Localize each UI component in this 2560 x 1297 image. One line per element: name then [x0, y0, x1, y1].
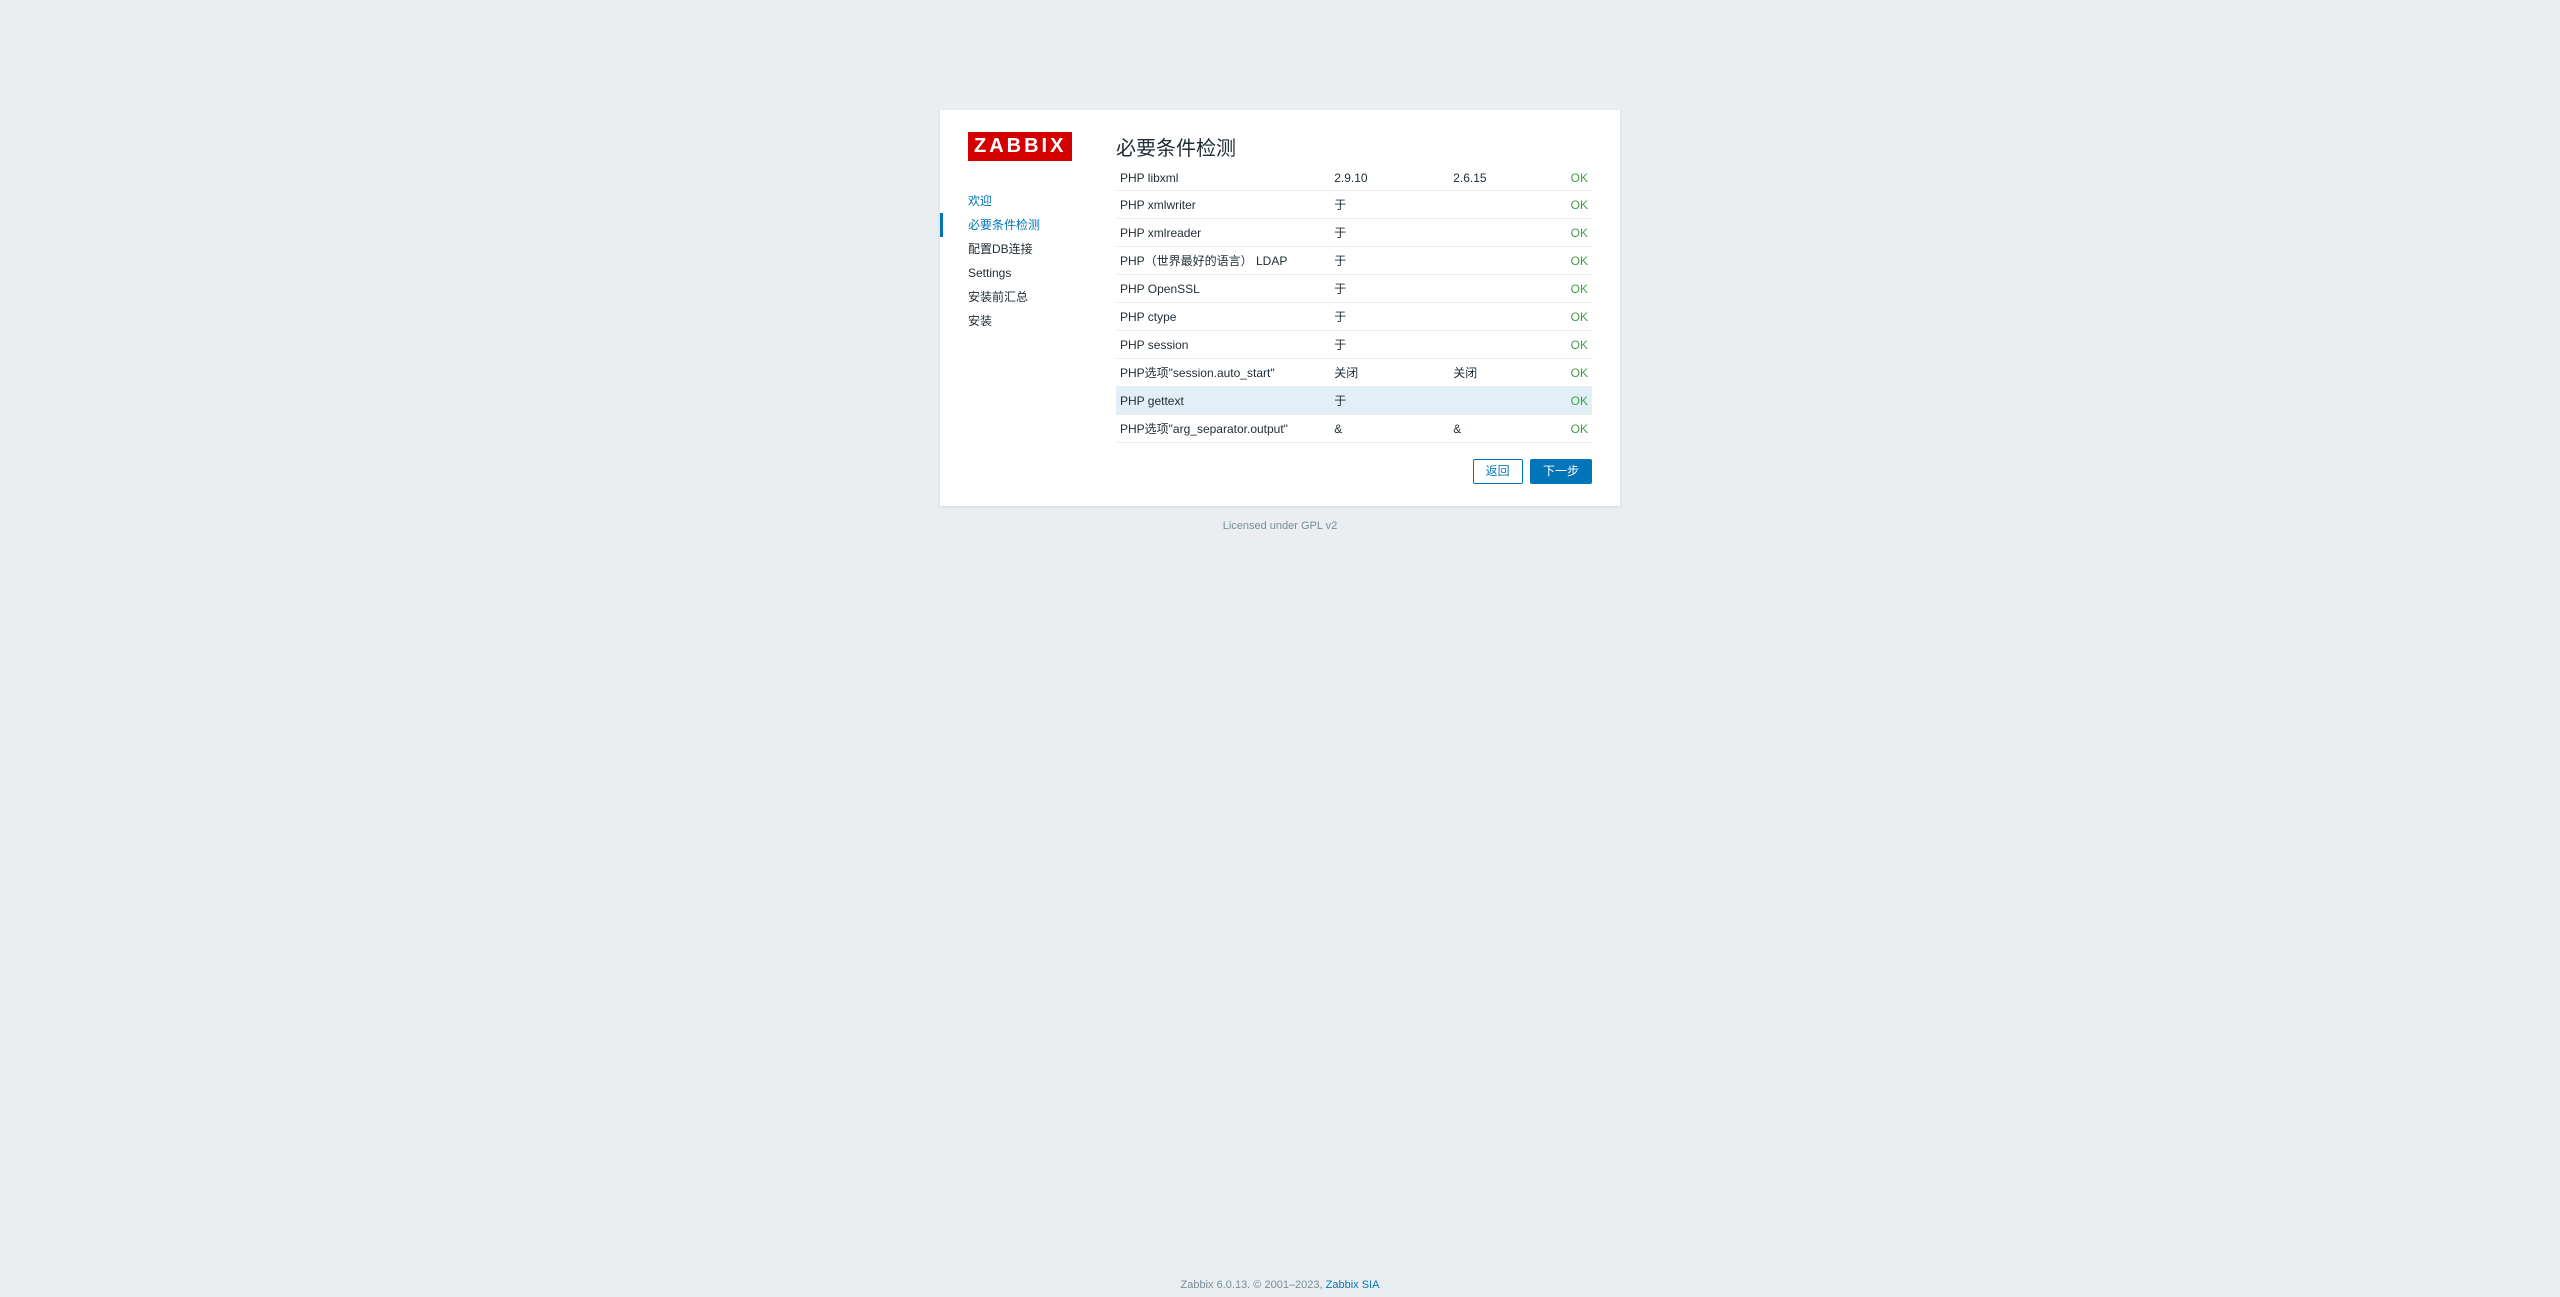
check-required: &: [1449, 415, 1535, 443]
status-badge: OK: [1571, 254, 1588, 268]
prerequisites-tbody: 支持PHP gd FreeType于OKPHP libxml2.9.102.6.…: [1116, 173, 1592, 443]
table-row: PHP选项"arg_separator.output"&&OK: [1116, 415, 1592, 443]
check-current: &: [1330, 415, 1449, 443]
check-name: PHP session: [1116, 331, 1330, 359]
main-content: 必要条件检测 支持PHP gd FreeType于OKPHP libxml2.9…: [1116, 110, 1620, 506]
status-badge: OK: [1571, 422, 1588, 436]
prerequisites-table: 支持PHP gd FreeType于OKPHP libxml2.9.102.6.…: [1116, 173, 1592, 443]
setup-wizard-panel: ZABBIX 欢迎必要条件检测配置DB连接Settings安装前汇总安装 必要条…: [940, 110, 1620, 506]
check-name: PHP xmlwriter: [1116, 191, 1330, 219]
check-status: OK: [1535, 191, 1592, 219]
table-row: PHP OpenSSL于 OK: [1116, 275, 1592, 303]
sidebar: ZABBIX 欢迎必要条件检测配置DB连接Settings安装前汇总安装: [940, 110, 1116, 506]
check-name: PHP gettext: [1116, 387, 1330, 415]
table-row: PHP选项"session.auto_start"关闭关闭OK: [1116, 359, 1592, 387]
check-current: 于: [1330, 387, 1449, 415]
footer-link[interactable]: Zabbix SIA: [1326, 1279, 1380, 1291]
wizard-step-5[interactable]: 安装: [968, 309, 1116, 333]
check-current: 于: [1330, 247, 1449, 275]
check-required: [1449, 247, 1535, 275]
check-name: PHP ctype: [1116, 303, 1330, 331]
check-status: OK: [1535, 415, 1592, 443]
check-name: PHP选项"session.auto_start": [1116, 359, 1330, 387]
back-button[interactable]: 返回: [1473, 459, 1523, 484]
wizard-step-2[interactable]: 配置DB连接: [968, 237, 1116, 261]
check-name: PHP xmlreader: [1116, 219, 1330, 247]
check-name: PHP libxml: [1116, 173, 1330, 191]
check-status: OK: [1535, 219, 1592, 247]
license-text: Licensed under GPL v2: [0, 520, 2560, 532]
next-button[interactable]: 下一步: [1530, 459, 1592, 484]
check-required: [1449, 387, 1535, 415]
check-current: 于: [1330, 303, 1449, 331]
check-required: [1449, 219, 1535, 247]
wizard-step-3[interactable]: Settings: [968, 261, 1116, 285]
check-current: 于: [1330, 191, 1449, 219]
check-status: OK: [1535, 387, 1592, 415]
table-row: PHP xmlreader于 OK: [1116, 219, 1592, 247]
wizard-step-0[interactable]: 欢迎: [968, 189, 1116, 213]
status-badge: OK: [1571, 173, 1588, 185]
table-row: PHP ctype于 OK: [1116, 303, 1592, 331]
check-status: OK: [1535, 173, 1592, 191]
footer: Zabbix 6.0.13. © 2001–2023, Zabbix SIA: [0, 1279, 2560, 1291]
page-title: 必要条件检测: [1116, 132, 1592, 161]
check-name: PHP OpenSSL: [1116, 275, 1330, 303]
checks-table-wrapper: 支持PHP gd FreeType于OKPHP libxml2.9.102.6.…: [1116, 173, 1592, 443]
status-badge: OK: [1571, 226, 1588, 240]
check-required: [1449, 191, 1535, 219]
check-status: OK: [1535, 303, 1592, 331]
table-row: PHP session于 OK: [1116, 331, 1592, 359]
check-status: OK: [1535, 331, 1592, 359]
check-current: 于: [1330, 275, 1449, 303]
check-status: OK: [1535, 247, 1592, 275]
wizard-step-1[interactable]: 必要条件检测: [968, 213, 1116, 237]
table-row: PHP gettext于 OK: [1116, 387, 1592, 415]
checks-scroll-area[interactable]: 支持PHP gd FreeType于OKPHP libxml2.9.102.6.…: [1116, 173, 1592, 443]
table-row: PHP（世界最好的语言） LDAP于 OK: [1116, 247, 1592, 275]
table-row: PHP libxml2.9.102.6.15 OK: [1116, 173, 1592, 191]
check-current: 于: [1330, 219, 1449, 247]
check-status: OK: [1535, 275, 1592, 303]
status-badge: OK: [1571, 338, 1588, 352]
status-badge: OK: [1571, 366, 1588, 380]
check-current: 于: [1330, 331, 1449, 359]
check-name: PHP（世界最好的语言） LDAP: [1116, 247, 1330, 275]
check-name: PHP选项"arg_separator.output": [1116, 415, 1330, 443]
status-badge: OK: [1571, 394, 1588, 408]
check-current: 关闭: [1330, 359, 1449, 387]
check-required: [1449, 275, 1535, 303]
status-badge: OK: [1571, 310, 1588, 324]
footer-text: Zabbix 6.0.13. © 2001–2023,: [1181, 1279, 1326, 1291]
check-required: [1449, 303, 1535, 331]
check-status: OK: [1535, 359, 1592, 387]
brand-logo: ZABBIX: [968, 132, 1072, 161]
check-required: 关闭: [1449, 359, 1535, 387]
wizard-step-4[interactable]: 安装前汇总: [968, 285, 1116, 309]
wizard-steps-list: 欢迎必要条件检测配置DB连接Settings安装前汇总安装: [968, 189, 1116, 333]
check-current: 2.9.10: [1330, 173, 1449, 191]
button-row: 返回 下一步: [1116, 459, 1592, 484]
check-required: [1449, 331, 1535, 359]
status-badge: OK: [1571, 282, 1588, 296]
table-row: PHP xmlwriter于 OK: [1116, 191, 1592, 219]
check-required: 2.6.15: [1449, 173, 1535, 191]
status-badge: OK: [1571, 198, 1588, 212]
